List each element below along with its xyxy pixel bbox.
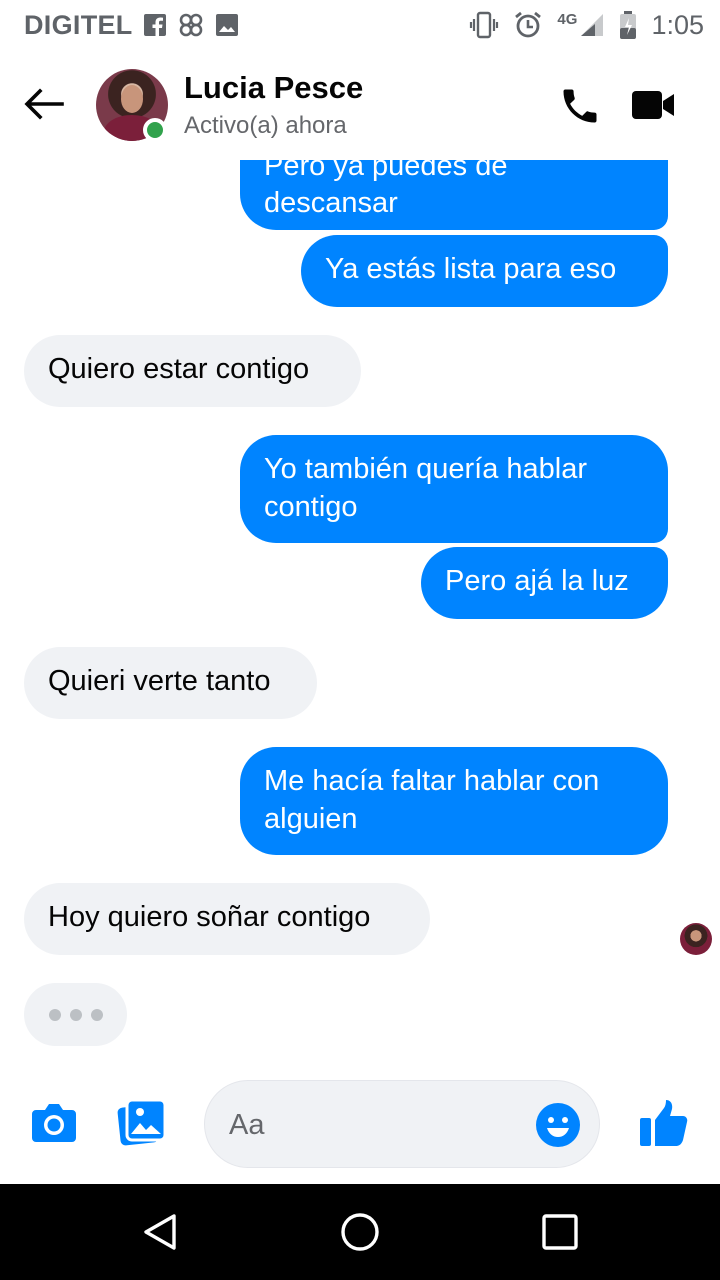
thumbs-up-icon[interactable] xyxy=(638,1098,690,1148)
contact-status: Activo(a) ahora xyxy=(184,112,347,139)
gallery-icon[interactable] xyxy=(117,1098,167,1146)
carrier-label: DIGITEL xyxy=(24,9,133,40)
message-text-line: Hoy quiero soñar contigo xyxy=(48,901,371,933)
network-label: 4G xyxy=(557,10,578,28)
message-bubble-incoming[interactable]: Hoy quiero soñar contigo xyxy=(24,883,430,955)
message-bubble-outgoing[interactable]: Ya estás lista para eso xyxy=(301,235,668,307)
message-text-line: Me hacía faltar hablar con xyxy=(264,765,600,797)
message-text-line: Quieri verte tanto xyxy=(48,665,271,697)
message-text-line: alguien xyxy=(264,803,358,835)
clock: 1:05 xyxy=(651,9,704,40)
video-camera-icon[interactable] xyxy=(630,88,676,122)
vibrate-icon xyxy=(469,11,499,39)
message-bubble-outgoing[interactable]: Pero ya puedes de descansar xyxy=(240,160,668,230)
message-input-container[interactable] xyxy=(204,1080,600,1168)
camera-icon[interactable] xyxy=(30,1100,78,1144)
facebook-icon xyxy=(143,13,167,37)
message-text-line: contigo xyxy=(264,491,358,523)
nav-home-icon[interactable] xyxy=(340,1212,380,1252)
contact-name[interactable]: Lucia Pesce xyxy=(184,70,363,106)
message-text-line: Pero ajá la luz xyxy=(445,565,629,597)
back-arrow-icon[interactable] xyxy=(22,86,66,122)
message-input[interactable] xyxy=(229,1105,519,1145)
message-bubble-incoming[interactable]: Quiero estar contigo xyxy=(24,335,361,407)
online-indicator xyxy=(143,118,167,142)
message-bubble-outgoing[interactable]: Yo también quería hablar contigo xyxy=(240,435,668,543)
message-text-line: Ya estás lista para eso xyxy=(325,253,617,285)
battery-icon xyxy=(619,10,637,40)
pinwheel-icon xyxy=(177,11,205,39)
signal-icon xyxy=(579,12,605,38)
image-icon xyxy=(215,13,239,37)
nav-back-icon[interactable] xyxy=(140,1212,180,1252)
avatar-face xyxy=(121,85,143,113)
status-right: 4G 1:05 xyxy=(469,10,704,41)
typing-dot xyxy=(69,1008,82,1021)
seen-avatar xyxy=(680,923,712,955)
message-text-line: Quiero estar contigo xyxy=(48,353,310,385)
message-bubble-incoming[interactable]: Quieri verte tanto xyxy=(24,647,317,719)
typing-dot xyxy=(48,1008,61,1021)
status-left: DIGITEL xyxy=(24,10,239,41)
typing-dot xyxy=(90,1008,103,1021)
emoji-icon[interactable] xyxy=(535,1102,581,1148)
message-list[interactable]: Pero ya puedes de descansar Ya estás lis… xyxy=(0,160,720,1070)
message-bubble-outgoing[interactable]: Me hacía faltar hablar con alguien xyxy=(240,747,668,855)
composer-bar xyxy=(0,1070,720,1184)
conversation-header: Lucia Pesce Activo(a) ahora xyxy=(0,50,720,160)
typing-indicator xyxy=(24,983,127,1046)
message-text-line: Yo también quería hablar xyxy=(264,453,587,485)
message-text-line: Pero ya puedes de xyxy=(264,160,508,182)
status-bar: DIGITEL 4G 1:05 xyxy=(0,0,720,50)
navigation-bar xyxy=(0,1184,720,1280)
message-text-line: descansar xyxy=(264,187,398,219)
phone-icon[interactable] xyxy=(558,84,602,128)
nav-recents-icon[interactable] xyxy=(542,1214,578,1250)
alarm-icon xyxy=(513,10,543,40)
message-bubble-outgoing[interactable]: Pero ajá la luz xyxy=(421,547,668,619)
